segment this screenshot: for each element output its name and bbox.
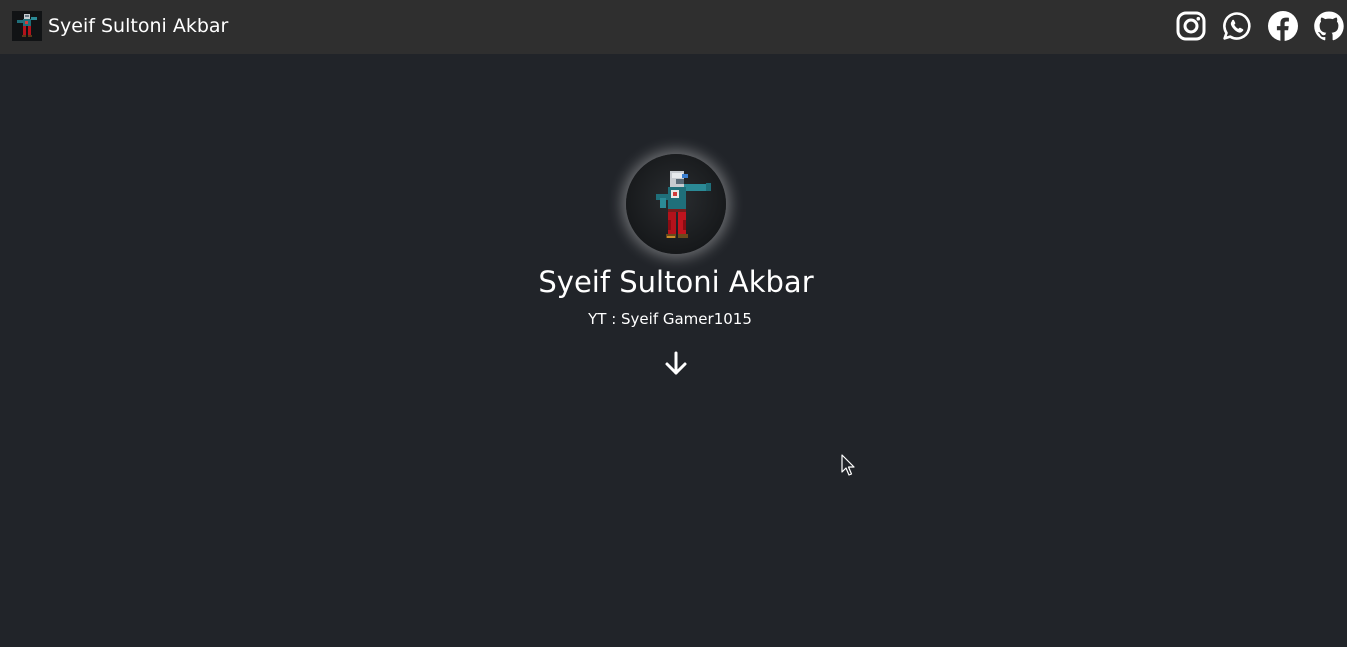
- brand-title: Syeif Sultoni Akbar: [48, 15, 229, 37]
- whatsapp-icon: [1223, 12, 1251, 40]
- github-icon: [1314, 11, 1344, 41]
- scroll-down-button[interactable]: [664, 351, 688, 377]
- profile-name: Syeif Sultoni Akbar: [538, 265, 814, 299]
- facebook-link[interactable]: [1267, 10, 1299, 42]
- instagram-link[interactable]: [1175, 10, 1207, 42]
- github-link[interactable]: [1313, 10, 1345, 42]
- profile-avatar: [626, 154, 726, 254]
- facebook-icon: [1268, 11, 1298, 41]
- mouse-cursor-icon: [841, 454, 855, 476]
- brand-logo: [12, 11, 42, 41]
- pixel-character-avatar-icon: [656, 171, 711, 238]
- brand-link[interactable]: Syeif Sultoni Akbar: [12, 11, 228, 41]
- pixel-character-icon: [12, 11, 42, 41]
- whatsapp-link[interactable]: [1221, 10, 1253, 42]
- profile-subtitle: YT : Syeif Gamer1015: [588, 310, 752, 328]
- social-links: [1161, 10, 1345, 42]
- hero-section: Syeif Sultoni Akbar YT : Syeif Gamer1015: [0, 54, 1347, 647]
- navbar: Syeif Sultoni Akbar: [0, 0, 1347, 54]
- instagram-icon: [1176, 11, 1206, 41]
- arrow-down-icon: [665, 351, 687, 375]
